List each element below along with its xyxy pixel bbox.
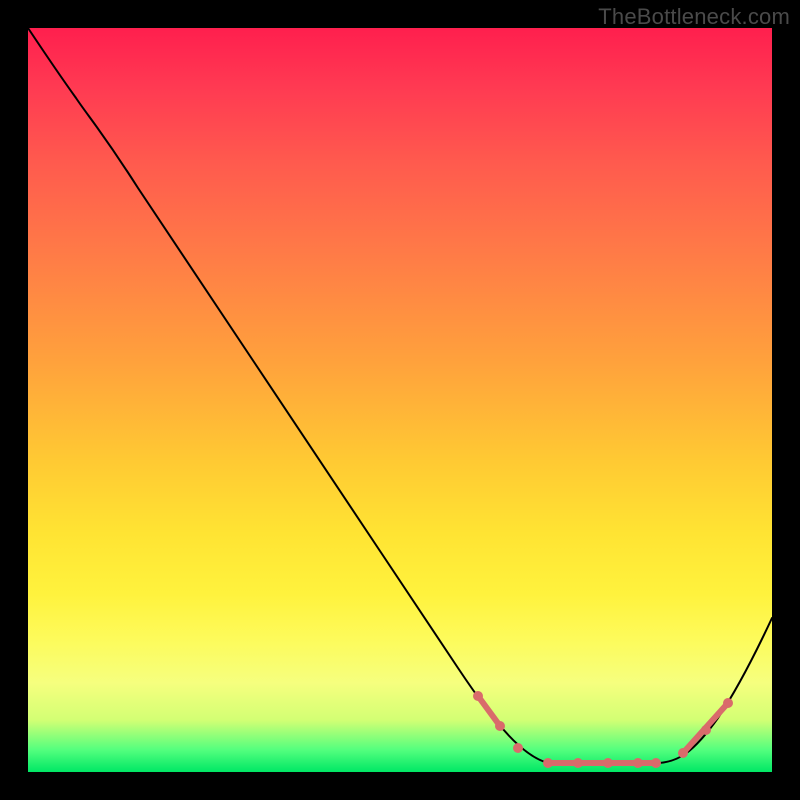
optimal-range-marker [513,743,523,753]
optimal-range-marker [603,758,613,768]
watermark-text: TheBottleneck.com [598,4,790,30]
optimal-range-marker [678,748,688,758]
optimal-range-marker [543,758,553,768]
optimal-range-marker [495,721,505,731]
chart-frame: TheBottleneck.com [0,0,800,800]
optimal-range-marker [633,758,643,768]
optimal-range-marker [701,725,711,735]
optimal-range-segment [478,696,500,726]
curve-layer [28,28,772,772]
optimal-range-marker [573,758,583,768]
bottleneck-curve [28,28,772,763]
optimal-range-marker [651,758,661,768]
optimal-range-marker [473,691,483,701]
optimal-range-marker [723,698,733,708]
plot-area [28,28,772,772]
